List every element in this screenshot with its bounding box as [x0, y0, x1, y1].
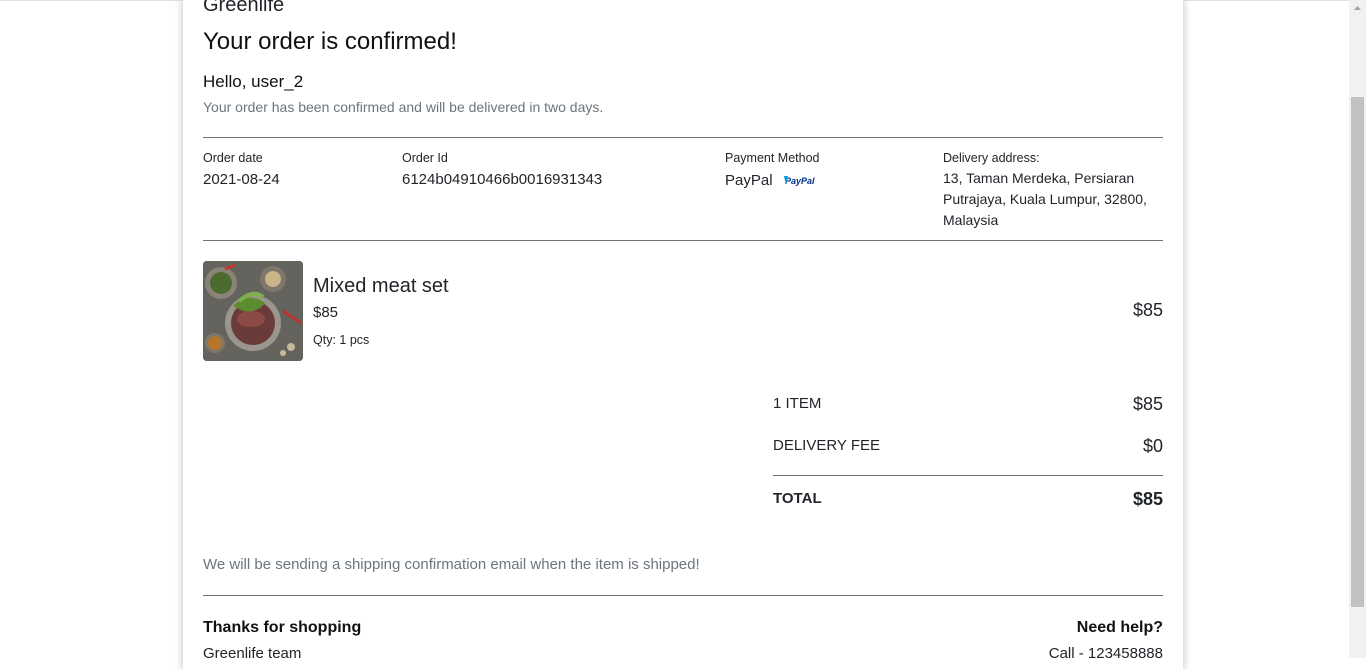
product-line-total: $85	[1132, 300, 1163, 320]
summary-items-value: $85	[1132, 394, 1163, 414]
footer-team: Greenlife team	[203, 645, 302, 662]
order-date-label: Order date	[203, 151, 263, 165]
product-price: $85	[313, 304, 339, 321]
delivery-address-label: Delivery address:	[943, 151, 1040, 165]
shipping-note: We will be sending a shipping confirmati…	[203, 556, 700, 573]
order-id-label: Order Id	[402, 151, 448, 165]
order-id-value: 6124b04910466b0016931343	[402, 171, 603, 188]
divider	[203, 137, 1163, 138]
order-confirmation-card: Greenlife Your order is confirmed! Hello…	[183, 0, 1183, 670]
footer-thanks: Thanks for shopping	[203, 619, 362, 636]
divider	[203, 595, 1163, 596]
confirmation-subtext: Your order has been confirmed and will b…	[203, 99, 604, 115]
brand-name: Greenlife	[203, 0, 285, 16]
payment-method-name: PayPal	[725, 172, 773, 189]
vertical-scrollbar[interactable]	[1349, 0, 1366, 658]
paypal-logo-text: PayPal	[785, 176, 815, 186]
divider	[203, 240, 1163, 241]
payment-method-value: PayPal PayPal	[725, 172, 829, 190]
footer-help-heading: Need help?	[1076, 619, 1163, 636]
summary-total-value: $85	[1132, 489, 1163, 509]
summary-items-label: 1 ITEM	[773, 395, 822, 412]
greeting: Hello, user_2	[203, 72, 304, 91]
page-title: Your order is confirmed!	[203, 28, 457, 55]
summary-divider	[773, 475, 1163, 476]
paypal-logo: PayPal	[783, 173, 829, 190]
summary-delivery-label: DELIVERY FEE	[773, 437, 880, 454]
scroll-up-arrow-icon[interactable]	[1349, 0, 1366, 17]
scrollbar-thumb[interactable]	[1351, 97, 1364, 607]
product-quantity: Qty: 1 pcs	[313, 333, 370, 347]
product-name: Mixed meat set	[313, 275, 449, 297]
order-date-value: 2021-08-24	[203, 171, 280, 188]
summary-delivery-value: $0	[1142, 436, 1163, 456]
summary-total-label: TOTAL	[773, 490, 822, 507]
footer-call: Call - 123458888	[1048, 645, 1163, 662]
delivery-address-value: 13, Taman Merdeka, Persiaran Putrajaya, …	[943, 170, 1147, 228]
product-image	[203, 261, 303, 361]
payment-method-label: Payment Method	[725, 151, 820, 165]
